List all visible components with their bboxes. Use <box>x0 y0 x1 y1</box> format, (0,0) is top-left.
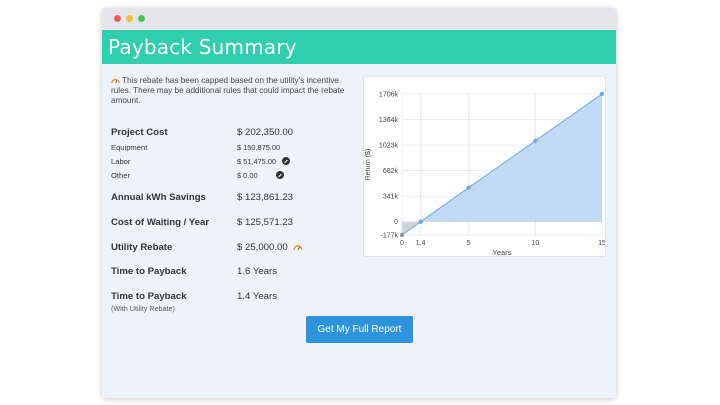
other-value: $ 0.00 <box>237 171 258 180</box>
y-tick-label: -177k <box>380 233 398 240</box>
payback-chart: -177k 0 341k 682k 1023k 1364k 1706k 0 1.4 5 10 15 Ye… <box>363 76 606 257</box>
project-cost-value: $ 202,350.00 <box>237 127 294 138</box>
labor-value: $ 51,475.00 <box>237 157 277 166</box>
x-tick-label: 5 <box>467 240 471 247</box>
close-window-button[interactable] <box>114 15 121 22</box>
time-to-payback-label: Time to Payback <box>111 266 187 277</box>
utility-rebate-label: Utility Rebate <box>111 242 173 253</box>
data-point <box>399 232 405 238</box>
x-tick-label: 10 <box>531 240 539 247</box>
minimize-window-button[interactable] <box>126 15 133 22</box>
data-point <box>418 219 423 224</box>
annual-kwh-savings-label: Annual kWh Savings <box>111 192 206 203</box>
project-cost-row: Project Cost $ 202,350.00 <box>111 127 293 138</box>
equipment-label: Equipment <box>111 143 148 152</box>
y-tick-label: 341k <box>383 194 399 201</box>
edit-other-icon[interactable] <box>275 171 284 179</box>
time-to-payback-value: 1.6 Years <box>237 266 278 277</box>
time-to-payback-row: Time to Payback 1.6 Years <box>111 266 277 277</box>
equipment-value: $ 150,875.00 <box>237 143 281 152</box>
x-tick-label: 1.4 <box>416 240 426 247</box>
time-to-payback-rebate-row: Time to Payback (With Utility Rebate) 1.… <box>111 291 277 313</box>
y-tick-label: 1364k <box>379 117 399 124</box>
other-label: Other <box>111 171 130 180</box>
time-to-payback-rebate-value: 1.4 Years <box>237 291 278 302</box>
maximize-window-button[interactable] <box>138 15 145 22</box>
get-full-report-button[interactable]: Get My Full Report <box>306 316 413 343</box>
cost-of-waiting-label: Cost of Waiting / Year <box>111 217 210 228</box>
utility-rebate-value-wrap: $ 25,000.00 <box>237 242 305 253</box>
x-tick-label: 15 <box>598 240 605 247</box>
other-row: Other $ 0.00 <box>111 171 284 180</box>
app-window: Payback Summary This rebate has been cap… <box>102 8 616 398</box>
rebate-notice-text: This rebate has been capped based on the… <box>111 76 345 105</box>
y-tick-label: 682k <box>383 168 399 175</box>
utility-rebate-value: $ 25,000.00 <box>237 242 288 253</box>
data-point <box>533 138 538 144</box>
cost-of-waiting-row: Cost of Waiting / Year $ 125,571.23 <box>111 217 293 228</box>
title-bar <box>102 8 616 30</box>
x-tick-label: 0 <box>400 240 404 247</box>
annual-kwh-savings-row: Annual kWh Savings $ 123,861.23 <box>111 192 293 203</box>
y-tick-label: 1023k <box>379 143 399 150</box>
labor-value-wrap: $ 51,475.00 <box>237 157 291 166</box>
x-axis-label: Years <box>493 248 512 256</box>
labor-label: Labor <box>111 157 131 166</box>
utility-rebate-row: Utility Rebate $ 25,000.00 <box>111 242 304 253</box>
edit-labor-icon[interactable] <box>282 157 291 165</box>
project-cost-label: Project Cost <box>111 127 168 138</box>
page-title: Payback Summary <box>102 30 616 64</box>
other-value-wrap: $ 0.00 <box>237 171 284 180</box>
annual-kwh-savings-value: $ 123,861.23 <box>237 192 294 203</box>
y-tick-label: 1706k <box>379 92 399 99</box>
equipment-row: Equipment $ 150,875.00 <box>111 143 280 152</box>
data-point <box>466 185 471 190</box>
rebate-notice: This rebate has been capped based on the… <box>111 76 351 106</box>
payback-chart-svg: -177k0341k682k1023k1364k1706k0 1.4 5 10 15Ye… <box>365 91 605 257</box>
data-point <box>599 91 605 97</box>
y-axis-label: Return ($) <box>365 149 372 181</box>
time-to-payback-rebate-label: Time to Payback <box>111 291 187 302</box>
gauge-icon <box>111 78 120 84</box>
y-tick-label: 0 <box>394 219 398 226</box>
cost-of-waiting-value: $ 125,571.23 <box>237 217 294 228</box>
time-to-payback-rebate-note: (With Utility Rebate) <box>111 304 175 313</box>
rebate-gauge-icon[interactable] <box>293 244 304 251</box>
labor-row: Labor $ 51,475.00 <box>111 157 291 166</box>
